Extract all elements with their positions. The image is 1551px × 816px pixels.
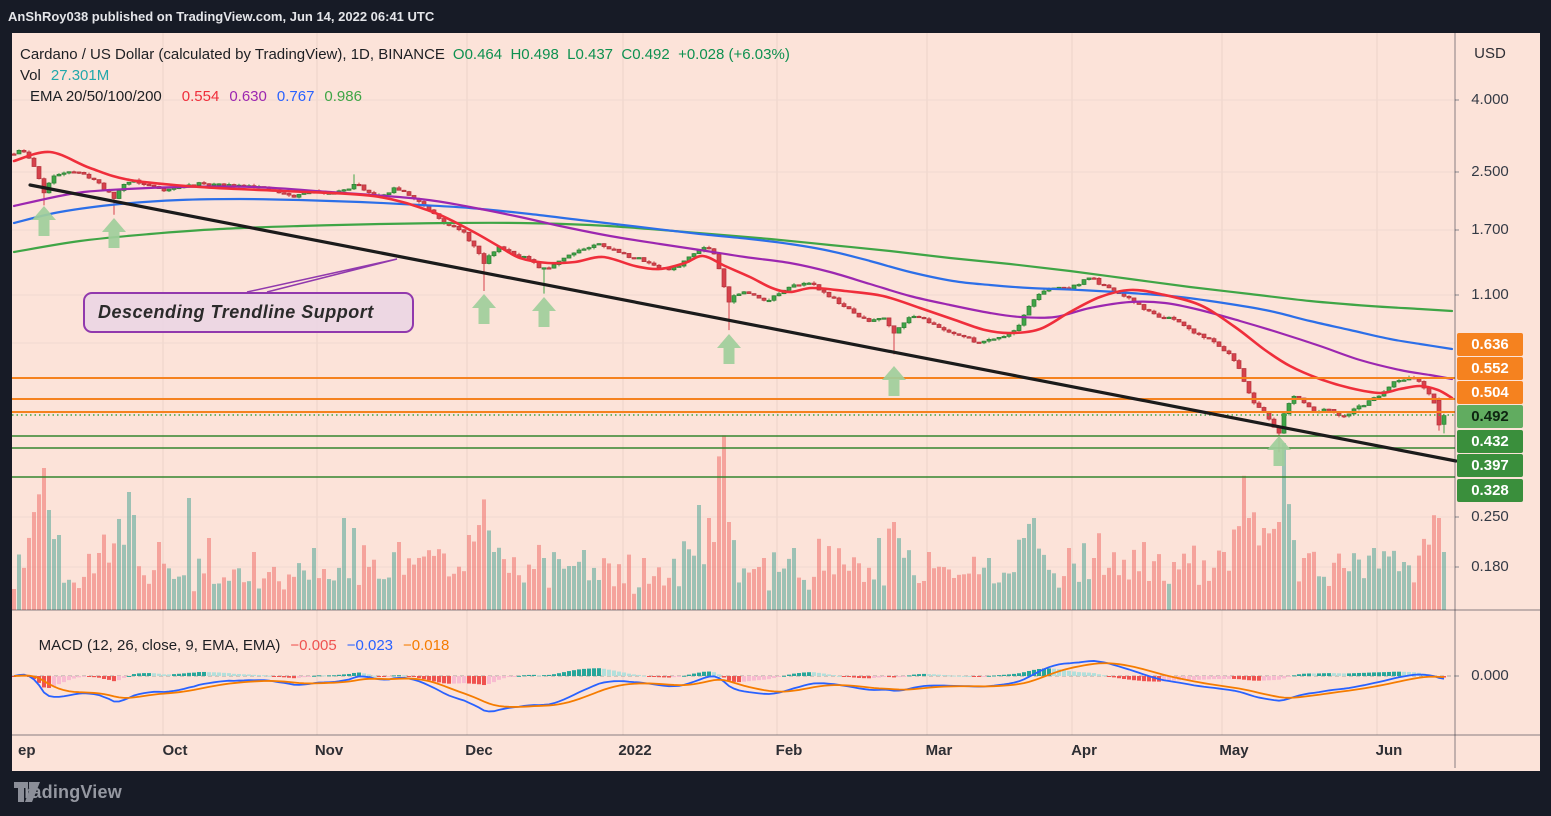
macd-value: −0.018 <box>403 637 449 654</box>
y-axis-tick: 4.000 <box>1455 91 1525 108</box>
x-axis-month-label: Dec <box>465 742 493 759</box>
ema-label: EMA 20/50/100/200 <box>30 88 162 105</box>
ema-value: 0.986 <box>324 88 362 105</box>
x-axis-month-label: ep <box>18 742 36 759</box>
price-chart-canvas[interactable] <box>0 0 1551 816</box>
price-level-label-orange: 0.552 <box>1457 357 1523 380</box>
volume-label: Vol <box>20 67 41 84</box>
price-level-label-support: 0.397 <box>1457 454 1523 477</box>
legend-volume-row: Vol 27.301M <box>20 65 790 86</box>
legend-ema-row: EMA 20/50/100/200 0.554 0.630 0.767 0.986 <box>20 86 790 107</box>
x-axis-month-label: Feb <box>776 742 803 759</box>
price-level-label-support: 0.432 <box>1457 430 1523 453</box>
time-axis[interactable]: ep Oct Nov Dec 2022 Feb Mar Apr May Jun <box>12 735 1455 768</box>
ema-values: 0.554 0.630 0.767 0.986 <box>172 88 362 105</box>
macd-value: −0.005 <box>290 637 336 654</box>
volume-value: 27.301M <box>51 67 109 84</box>
macd-values: −0.005 −0.023 −0.018 <box>280 637 449 654</box>
x-axis-month-label: Mar <box>926 742 953 759</box>
trendline-callout[interactable]: Descending Trendline Support <box>83 292 414 333</box>
x-axis-month-label: Jun <box>1376 742 1403 759</box>
macd-label: MACD (12, 26, close, 9, EMA, EMA) <box>39 637 281 654</box>
x-axis-month-label: Oct <box>162 742 187 759</box>
currency-label: USD <box>1455 45 1525 62</box>
callout-text: Descending Trendline Support <box>98 302 374 323</box>
price-level-label-current: 0.492 <box>1457 405 1523 428</box>
price-level-label-orange: 0.504 <box>1457 381 1523 404</box>
y-axis-tick: 2.500 <box>1455 163 1525 180</box>
x-axis-month-label: 2022 <box>618 742 651 759</box>
tradingview-logo[interactable] <box>14 782 40 802</box>
y-axis-tick: 0.250 <box>1455 508 1525 525</box>
y-axis-tick: 1.700 <box>1455 221 1525 238</box>
x-axis-month-label: May <box>1219 742 1248 759</box>
tradingview-snapshot: AnShRoy038 published on TradingView.com,… <box>0 0 1551 816</box>
ema-value: 0.767 <box>277 88 315 105</box>
macd-value: −0.023 <box>347 637 393 654</box>
legend-symbol-row: Cardano / US Dollar (calculated by Tradi… <box>20 44 790 65</box>
ema-value: 0.554 <box>182 88 220 105</box>
x-axis-month-label: Apr <box>1071 742 1097 759</box>
y-axis-tick: 1.100 <box>1455 286 1525 303</box>
macd-legend: MACD (12, 26, close, 9, EMA, EMA)−0.005−… <box>22 620 449 671</box>
chart-legend: Cardano / US Dollar (calculated by Tradi… <box>20 44 790 107</box>
x-axis-month-label: Nov <box>315 742 343 759</box>
ohlc-readout: O0.464 H0.498 L0.437 C0.492 +0.028 (+6.0… <box>453 46 790 63</box>
price-scale[interactable]: USD 4.000 2.500 1.700 1.100 0.250 0.180 0.000 0… <box>1455 33 1540 768</box>
footer-bar: TradingView <box>14 782 122 803</box>
price-level-label-support: 0.328 <box>1457 479 1523 502</box>
y-axis-tick: 0.000 <box>1455 667 1525 684</box>
symbol-title: Cardano / US Dollar (calculated by Tradi… <box>20 46 445 63</box>
y-axis-tick: 0.180 <box>1455 558 1525 575</box>
ema-value: 0.630 <box>229 88 267 105</box>
price-level-label-orange: 0.636 <box>1457 333 1523 356</box>
